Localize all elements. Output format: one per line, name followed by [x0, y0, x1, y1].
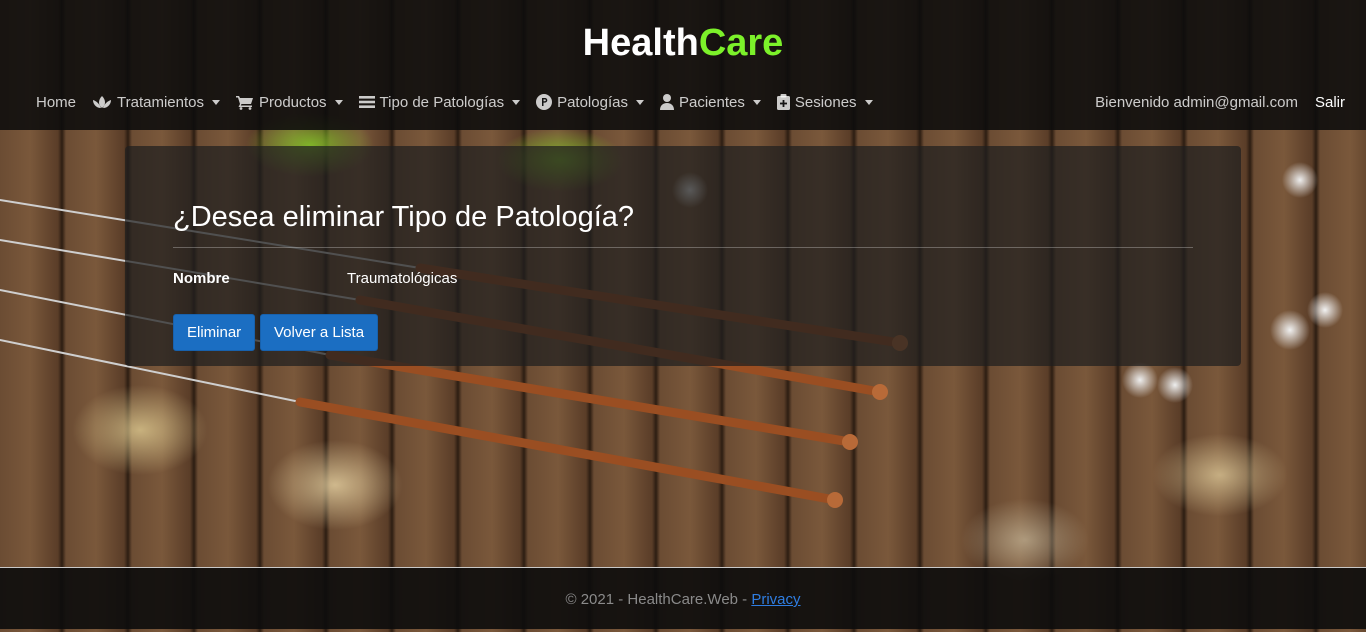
brand-part2: Care — [698, 22, 784, 64]
privacy-link[interactable]: Privacy — [751, 591, 800, 608]
main-nav: Home Tratamientos Productos Tipo de Pato… — [28, 88, 881, 116]
nav-tratamientos-label: Tratamientos — [117, 93, 204, 111]
navbar: HealthCare Home Tratamientos Productos T… — [0, 0, 1366, 130]
lotus-icon — [92, 95, 112, 109]
divider — [173, 247, 1193, 248]
nav-productos-label: Productos — [259, 93, 327, 111]
chevron-down-icon — [752, 99, 761, 105]
chevron-down-icon — [334, 99, 343, 105]
footer: © 2021 - HealthCare.Web - Privacy — [0, 567, 1366, 629]
user-nav: Bienvenido admin@gmail.com Salir — [1095, 88, 1345, 116]
field-label-nombre: Nombre — [173, 270, 230, 287]
page-title: ¿Desea eliminar Tipo de Patología? — [173, 201, 635, 233]
field-value-nombre: Traumatológicas — [347, 270, 458, 287]
brand-logo[interactable]: HealthCare — [0, 20, 1366, 66]
chevron-down-icon — [864, 99, 873, 105]
nav-tratamientos-dropdown[interactable]: Tratamientos — [84, 94, 228, 111]
nav-patologias-dropdown[interactable]: Patologías — [528, 94, 652, 111]
nav-sesiones-dropdown[interactable]: Sesiones — [769, 94, 881, 111]
delete-confirmation-card: ¿Desea eliminar Tipo de Patología? Nombr… — [125, 146, 1241, 366]
list-icon — [358, 95, 375, 109]
p-circle-icon — [536, 94, 553, 110]
logout-link[interactable]: Salir — [1315, 94, 1345, 111]
nav-home[interactable]: Home — [28, 94, 84, 111]
clipboard-plus-icon — [776, 94, 790, 110]
chevron-down-icon — [635, 99, 644, 105]
user-icon — [659, 94, 674, 110]
nav-pacientes-dropdown[interactable]: Pacientes — [652, 94, 769, 111]
footer-copyright: © 2021 - HealthCare.Web - — [565, 591, 752, 608]
back-to-list-button[interactable]: Volver a Lista — [260, 314, 379, 351]
nav-tipo-patologias-dropdown[interactable]: Tipo de Patologías — [351, 94, 529, 111]
nav-patologias-label: Patologías — [557, 93, 628, 111]
chevron-down-icon — [212, 99, 220, 105]
welcome-text: Bienvenido admin@gmail.com — [1095, 93, 1298, 111]
nav-productos-dropdown[interactable]: Productos — [228, 94, 351, 111]
nav-sesiones-label: Sesiones — [794, 93, 857, 111]
nav-pacientes-label: Pacientes — [678, 93, 745, 111]
cart-icon — [236, 95, 254, 110]
nav-home-label: Home — [36, 93, 77, 111]
chevron-down-icon — [512, 99, 521, 105]
delete-button[interactable]: Eliminar — [173, 314, 256, 351]
nav-tipo-patologias-label: Tipo de Patologías — [379, 93, 505, 111]
brand-part1: Health — [582, 22, 699, 64]
